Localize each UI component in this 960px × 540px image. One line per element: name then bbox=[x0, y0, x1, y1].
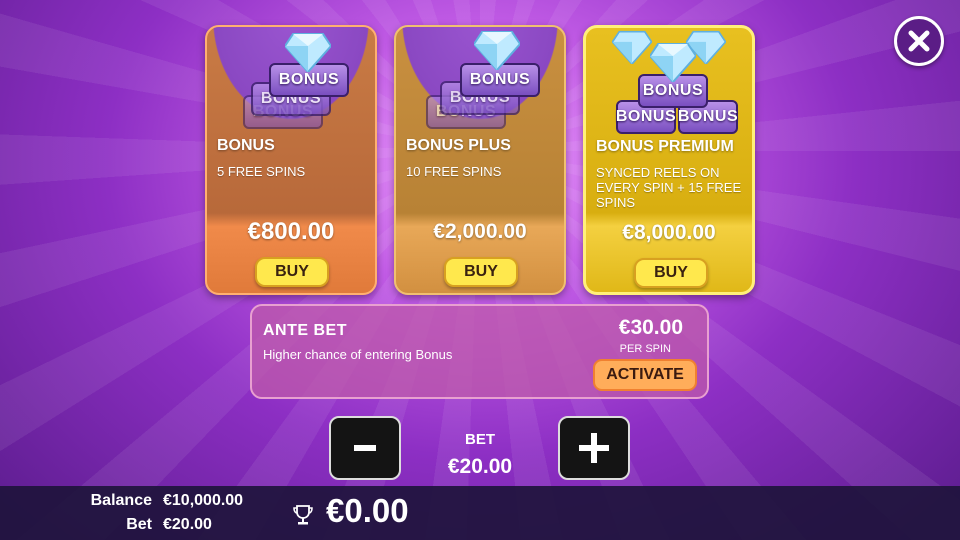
diamond-gem-icon bbox=[474, 31, 520, 70]
activate-ante-button[interactable]: ACTIVATE bbox=[593, 359, 697, 391]
ante-bet-title: ANTE BET bbox=[263, 322, 347, 339]
close-icon bbox=[908, 30, 930, 52]
increase-bet-button[interactable] bbox=[558, 416, 630, 480]
decrease-bet-button[interactable] bbox=[329, 416, 401, 480]
ante-bet-description: Higher chance of entering Bonus bbox=[263, 347, 453, 362]
balance-label: Balance bbox=[90, 492, 152, 509]
bet-value: €20.00 bbox=[447, 455, 513, 478]
card-description: 10 FREE SPINS bbox=[406, 164, 502, 179]
buy-bonus-premium-button[interactable]: BUY bbox=[634, 258, 708, 288]
trophy-icon bbox=[293, 505, 313, 525]
card-title: BONUS PREMIUM bbox=[596, 138, 734, 155]
buy-bonus-plus-button[interactable]: BUY bbox=[444, 257, 518, 287]
balance-value: €10,000.00 bbox=[163, 492, 244, 509]
card-description: SYNCED REELS ON EVERY SPIN + 15 FREE SPI… bbox=[596, 165, 742, 210]
bonus-plus-card: BONUS BONUS BONUS BONUS PLUS 10 FREE SPI… bbox=[394, 25, 566, 295]
bet-footer-label: Bet bbox=[126, 516, 152, 533]
bet-footer-value: €20.00 bbox=[163, 516, 212, 533]
win-amount: €0.00 bbox=[326, 492, 409, 529]
buy-bonus-button[interactable]: BUY bbox=[255, 257, 329, 287]
card-price: €800.00 bbox=[247, 218, 335, 245]
card-title: BONUS PLUS bbox=[406, 137, 511, 154]
card-price: €8,000.00 bbox=[622, 221, 716, 244]
diamond-gem-icon bbox=[285, 33, 331, 72]
close-button[interactable] bbox=[894, 16, 944, 66]
plus-icon bbox=[579, 433, 609, 463]
card-description: 5 FREE SPINS bbox=[217, 164, 306, 179]
bonus-card: BONUS BONUS BONUS BONUS 5 FREE SPINS €80… bbox=[205, 25, 377, 295]
ante-bet-panel: ANTE BET Higher chance of entering Bonus… bbox=[250, 304, 709, 399]
bet-label: BET bbox=[465, 431, 495, 448]
bonus-premium-card: BONUS BONUS BONUS BONUS PREMIUM SYNCED R… bbox=[583, 25, 755, 295]
diamond-gem-icon bbox=[650, 43, 696, 82]
diamond-gem-icon bbox=[612, 30, 652, 64]
card-title: BONUS bbox=[217, 137, 275, 154]
ante-bet-price: €30.00 bbox=[618, 316, 683, 339]
card-price: €2,000.00 bbox=[433, 220, 527, 243]
minus-icon bbox=[354, 445, 376, 451]
status-bar: Balance €10,000.00 Bet €20.00 €0.00 bbox=[0, 486, 960, 540]
ante-bet-per-spin: PER SPIN bbox=[619, 343, 671, 355]
